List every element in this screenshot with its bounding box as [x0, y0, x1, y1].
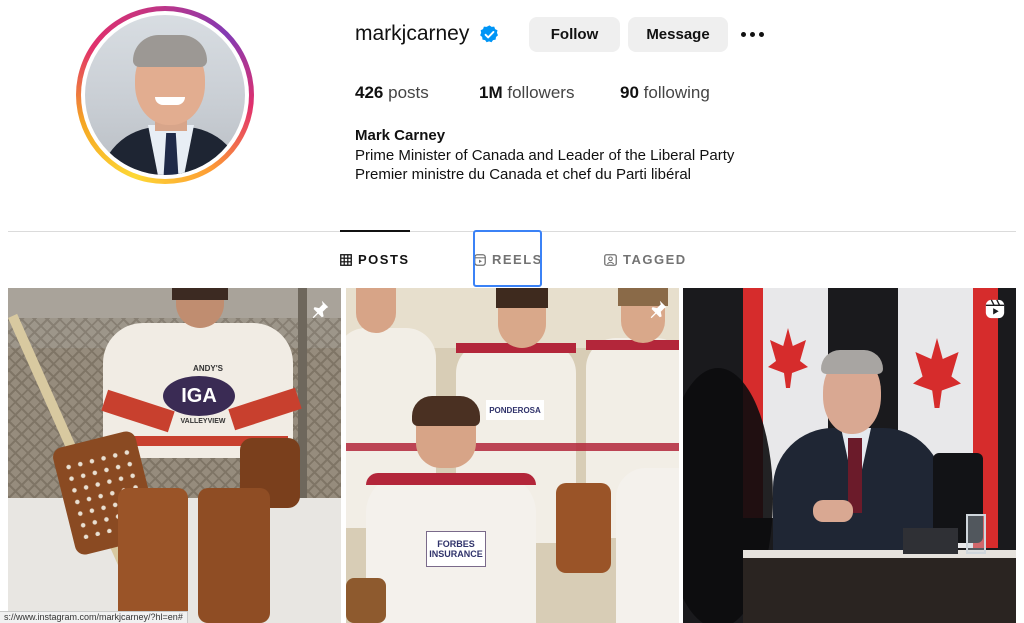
bio-line-2: Premier ministre du Canada et chef du Pa… [355, 166, 691, 183]
jersey-top-text: ANDY'S [193, 364, 223, 373]
jersey-logo: IGA [163, 376, 235, 416]
followers-label: followers [507, 83, 575, 102]
tagged-icon [604, 253, 617, 266]
message-button[interactable]: Message [628, 17, 728, 52]
verified-badge-icon [480, 25, 498, 43]
followers-stat[interactable]: 1M followers [479, 83, 574, 103]
back-jersey-text: PONDEROSA [486, 400, 544, 420]
reels-tab-focus-ring [473, 230, 542, 287]
tab-posts-label: POSTS [358, 252, 410, 267]
bio-line-1: Prime Minister of Canada and Leader of t… [355, 147, 735, 164]
following-stat[interactable]: 90 following [620, 83, 710, 103]
more-options-icon[interactable] [741, 27, 767, 41]
reel-icon [985, 299, 1005, 319]
post-thumbnail-1[interactable]: IGA ANDY'S VALLEYVIEW [8, 288, 341, 623]
tab-tagged-label: TAGGED [623, 252, 687, 267]
grid-icon [340, 253, 352, 266]
front-jersey-text: FORBES INSURANCE [426, 531, 486, 567]
posts-stat: 426 posts [355, 83, 429, 103]
avatar [85, 15, 245, 175]
post-thumbnail-3[interactable] [683, 288, 1016, 623]
profile-username[interactable]: markjcarney [355, 22, 469, 46]
following-count: 90 [620, 83, 639, 102]
status-bar-url: s://www.instagram.com/markjcarney/?hl=en… [0, 611, 188, 623]
profile-avatar-ring[interactable] [76, 6, 254, 184]
followers-count: 1M [479, 83, 503, 102]
posts-label: posts [388, 83, 429, 102]
tab-tagged[interactable]: TAGGED [604, 252, 687, 267]
bio-name: Mark Carney [355, 127, 446, 144]
posts-count: 426 [355, 83, 384, 102]
tab-posts[interactable]: POSTS [340, 252, 410, 267]
post-thumbnail-2[interactable]: FORBES INSURANCE PONDEROSA [346, 288, 679, 623]
profile-page: markjcarney Follow Message 426 posts 1M … [0, 0, 1024, 623]
follow-button[interactable]: Follow [529, 17, 620, 52]
active-tab-indicator [340, 230, 410, 232]
following-label: following [643, 83, 710, 102]
pin-icon [312, 300, 329, 319]
jersey-bottom-text: VALLEYVIEW [180, 418, 226, 425]
pin-icon [650, 300, 667, 319]
